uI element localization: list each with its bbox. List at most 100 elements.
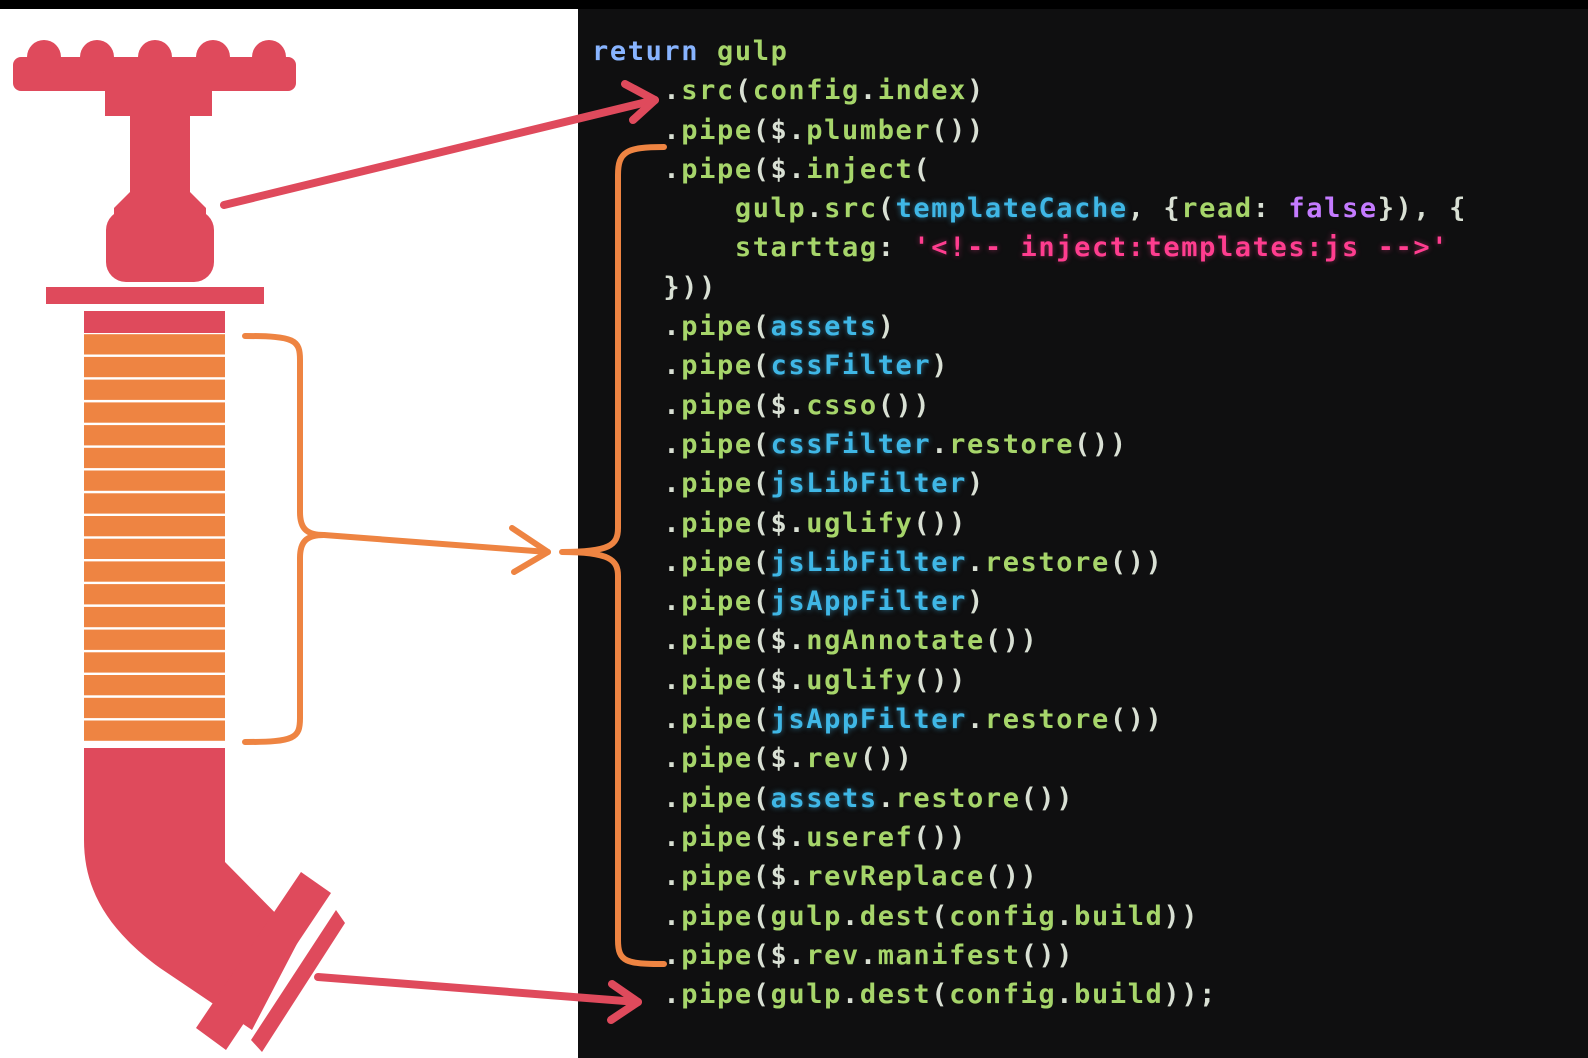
- code-token: gulp: [770, 900, 842, 932]
- code-token: ): [967, 75, 985, 107]
- coil-segment: [84, 538, 225, 559]
- code-line: .src(config.index): [592, 71, 1467, 110]
- code-token: .: [592, 900, 682, 932]
- code-token: .: [841, 900, 860, 932]
- code-token: .: [806, 193, 825, 225]
- code-token: .: [592, 428, 682, 460]
- code-line: .pipe(cssFilter): [592, 346, 1467, 385]
- code-token: :: [1252, 193, 1289, 225]
- code-token: ): [877, 311, 896, 343]
- code-token: ));: [1163, 979, 1217, 1011]
- pipe-elbow-icon: [84, 748, 345, 1052]
- code-token: ): [966, 468, 985, 500]
- code-token: .: [592, 75, 682, 107]
- code-token: .: [592, 939, 682, 971]
- code-token: false: [1288, 193, 1378, 225]
- code-token: .: [592, 704, 682, 736]
- code-line: .pipe($.useref()): [592, 818, 1467, 857]
- code-token: gulp: [734, 193, 807, 225]
- code-token: (: [752, 782, 771, 814]
- code-token: config: [752, 75, 860, 107]
- code-line: .pipe($.csso()): [592, 386, 1467, 425]
- coil-segment: [84, 697, 225, 719]
- code-token: rev: [806, 939, 860, 971]
- code-token: ()): [877, 389, 932, 421]
- code-line: .pipe($.plumber()): [592, 111, 1467, 150]
- coil-segment: [84, 606, 225, 628]
- code-token: .: [592, 350, 682, 382]
- coil-segment: [84, 425, 225, 446]
- code-token: ): [966, 586, 985, 618]
- code-token: '<!-- inject:templates:js -->': [913, 232, 1450, 264]
- code-token: jsLibFilter: [770, 468, 967, 500]
- code-token: templateCache: [895, 193, 1128, 225]
- code-token: (: [752, 311, 771, 343]
- code-line: .pipe(assets): [592, 307, 1467, 346]
- code-token: dest: [859, 979, 932, 1011]
- code-line: starttag: '<!-- inject:templates:js -->': [592, 228, 1467, 267]
- code-token: restore: [895, 782, 1021, 814]
- code-token: (: [752, 468, 771, 500]
- code-token: (: [913, 153, 932, 185]
- coil-segment: [84, 720, 225, 741]
- code-token: .: [592, 979, 682, 1011]
- code-line: .pipe(assets.restore()): [592, 779, 1467, 818]
- code-line: .pipe(jsLibFilter): [592, 464, 1467, 503]
- code-token: ($.: [752, 114, 807, 146]
- code-token: , {: [1127, 193, 1182, 225]
- code-line: .pipe($.rev()): [592, 739, 1467, 778]
- code-token: (: [752, 979, 771, 1011]
- code-token: (: [931, 979, 950, 1011]
- code-token: .: [592, 114, 682, 146]
- code-token: .: [966, 704, 985, 736]
- code-token: csso: [806, 389, 878, 421]
- code-token: .: [592, 311, 682, 343]
- code-token: .: [592, 861, 682, 893]
- code-token: pipe: [681, 861, 753, 893]
- valve-handle-icon: [13, 40, 296, 282]
- code-token: )): [1163, 900, 1200, 932]
- coil-segment: [84, 493, 225, 514]
- code-token: .: [1056, 979, 1075, 1011]
- code-token: ($.: [752, 389, 807, 421]
- coil-brace: [242, 333, 551, 745]
- code-token: ()): [1109, 704, 1164, 736]
- code-token: config: [949, 900, 1057, 932]
- code-token: ($.: [752, 664, 807, 696]
- code-token: .: [859, 75, 878, 107]
- code-line: gulp.src(templateCache, {read: false}), …: [592, 189, 1467, 228]
- code-token: ()): [931, 114, 985, 146]
- code-token: pipe: [681, 743, 753, 775]
- pipe-flange-icon: [46, 287, 264, 333]
- code-token: ngAnnotate: [806, 625, 985, 657]
- code-token: }), {: [1377, 193, 1467, 225]
- coil-segment: [84, 447, 225, 469]
- code-token: pipe: [681, 468, 753, 500]
- code-token: pipe: [681, 664, 753, 696]
- coil-segment: [84, 516, 225, 537]
- code-token: return: [592, 36, 717, 67]
- code-token: pipe: [681, 979, 753, 1011]
- coil-segment: [84, 652, 225, 673]
- code-token: ()): [1020, 939, 1075, 971]
- code-token: (: [752, 428, 771, 460]
- code-token: read: [1181, 193, 1253, 225]
- coil-segment: [84, 402, 225, 423]
- code-token: inject: [806, 153, 914, 185]
- code-token: pipe: [681, 389, 753, 421]
- code-token: })): [592, 271, 717, 303]
- code-token: ($.: [752, 743, 807, 775]
- code-line: })): [592, 268, 1467, 307]
- code-token: gulp: [717, 36, 789, 67]
- code-token: cssFilter: [770, 428, 932, 460]
- code-token: assets: [770, 782, 878, 814]
- code-token: pipe: [681, 114, 753, 146]
- code-line: .pipe(gulp.dest(config.build));: [592, 975, 1467, 1014]
- code-token: .: [592, 389, 682, 421]
- coil-segment: [84, 334, 225, 355]
- code-token: useref: [806, 821, 914, 853]
- arrow-to-dest: [314, 973, 642, 1024]
- code-line: .pipe($.uglify()): [592, 504, 1467, 543]
- coil-segment: [84, 675, 225, 696]
